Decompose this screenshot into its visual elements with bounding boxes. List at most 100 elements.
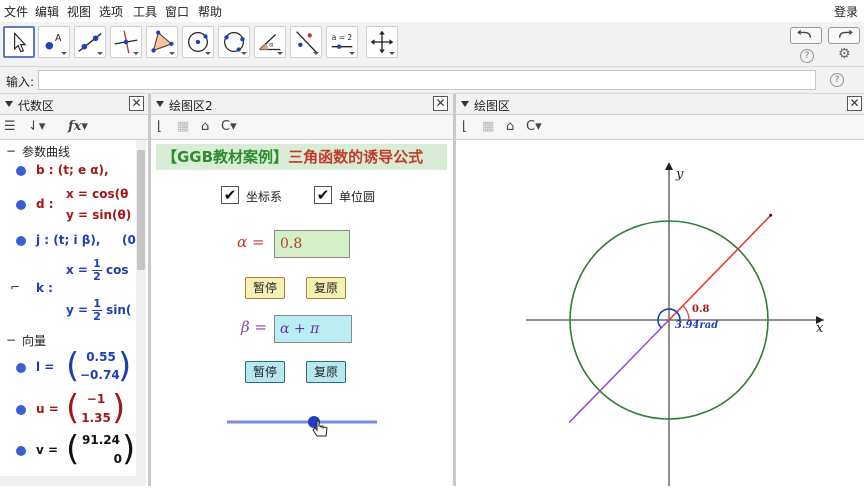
- algebra-hscrollbar[interactable]: [0, 476, 136, 486]
- menu-options[interactable]: 选项: [99, 3, 123, 20]
- algebra-title: 代数区: [18, 99, 55, 113]
- input-help-icon[interactable]: ?: [830, 73, 844, 87]
- visibility-toggle-d[interactable]: [16, 200, 26, 210]
- algebra-scrollbar[interactable]: [136, 140, 146, 486]
- algebra-item-d-y[interactable]: y = sin(θ): [66, 208, 131, 222]
- scrollbar-thumb[interactable]: [137, 150, 145, 270]
- graphics2-subtoolbar: ⌊ ▦ ⌂ C▾: [151, 115, 453, 140]
- algebra-item-d-label[interactable]: d :: [36, 197, 54, 211]
- collapse-arrow-icon[interactable]: [461, 101, 469, 107]
- visibility-toggle-j[interactable]: [16, 236, 26, 246]
- algebra-item-j[interactable]: j : (t; i β),: [36, 233, 100, 247]
- algebra-item-b[interactable]: b : (t; e α),: [36, 163, 109, 177]
- login-link[interactable]: 登录: [834, 3, 858, 20]
- vector-l-y: −0.74: [80, 368, 120, 382]
- reset-beta-button[interactable]: 复原: [306, 361, 346, 383]
- unit-circle-checkbox[interactable]: ✔: [314, 186, 332, 204]
- animation-slider[interactable]: [221, 410, 381, 436]
- group-toggle-icon[interactable]: −: [6, 333, 16, 347]
- k-x-prefix: x =: [66, 263, 88, 277]
- move-tool-button[interactable]: [3, 26, 35, 58]
- hand-cursor-icon: [312, 420, 328, 437]
- collapse-arrow-icon[interactable]: [156, 101, 164, 107]
- fraction-denominator: 2: [93, 270, 101, 283]
- alpha-ray[interactable]: [668, 214, 772, 321]
- menu-file[interactable]: 文件: [4, 3, 28, 20]
- beta-input[interactable]: α + π: [274, 315, 352, 343]
- axes-checkbox[interactable]: ✔: [221, 186, 239, 204]
- menu-tools[interactable]: 工具: [133, 3, 157, 20]
- algebra-item-k-label[interactable]: k :: [36, 281, 53, 295]
- close-algebra-icon[interactable]: ✕: [129, 96, 144, 111]
- reflect-tool-button[interactable]: [290, 26, 322, 58]
- visibility-toggle-u[interactable]: [16, 405, 26, 415]
- input-bar: 输入: ?: [0, 67, 864, 94]
- close-graphics1-icon[interactable]: ✕: [847, 96, 862, 111]
- vector-l-x: 0.55: [86, 350, 116, 364]
- grid-toggle-icon[interactable]: ▦: [177, 119, 189, 134]
- collapse-arrow-icon[interactable]: [5, 101, 13, 107]
- line-tool-button[interactable]: [74, 26, 106, 58]
- group-toggle-icon[interactable]: −: [6, 144, 16, 158]
- axes-toggle-icon[interactable]: ⌊: [157, 119, 162, 134]
- move-view-tool-button[interactable]: [366, 26, 398, 58]
- beta-angle-label: 3.94rad: [675, 320, 718, 331]
- beta-label: β =: [241, 318, 268, 336]
- move-tool-icon: [14, 31, 27, 53]
- menu-view[interactable]: 视图: [67, 3, 91, 20]
- grid-toggle-icon[interactable]: ▦: [482, 119, 494, 134]
- menu-help[interactable]: 帮助: [198, 3, 222, 20]
- fx-icon[interactable]: fx▾: [68, 119, 88, 134]
- help-icon[interactable]: ?: [800, 49, 814, 63]
- visibility-toggle-l[interactable]: [16, 363, 26, 373]
- page-title: 【GGB教材案例】三角函数的诱导公式: [156, 144, 447, 170]
- point-capture-icon[interactable]: C▾: [526, 119, 542, 134]
- right-paren: ): [118, 346, 132, 386]
- point-tool-button[interactable]: A: [38, 26, 70, 58]
- redo-button[interactable]: [828, 27, 860, 44]
- right-paren: ): [112, 388, 126, 428]
- angle-tool-button[interactable]: α: [254, 26, 286, 58]
- point-capture-icon[interactable]: C▾: [221, 119, 237, 134]
- home-icon[interactable]: ⌂: [506, 119, 514, 134]
- unit-circle-plot: x y 0.8 3.94rad: [526, 162, 824, 486]
- redo-icon: [838, 29, 853, 38]
- algebra-item-u-label[interactable]: u =: [36, 402, 59, 416]
- sort-order-icon[interactable]: ⇃▾: [28, 119, 45, 134]
- slider-tool-button[interactable]: a = 2: [326, 26, 358, 58]
- menu-window[interactable]: 窗口: [165, 3, 189, 20]
- alpha-input[interactable]: 0.8: [274, 230, 350, 258]
- algebra-item-k-x[interactable]: x = 12 cos: [66, 258, 129, 283]
- close-graphics2-icon[interactable]: ✕: [433, 96, 448, 111]
- algebra-view: − 参数曲线 b : (t; e α), d : x = cos(θ y = s…: [0, 140, 148, 486]
- title-bracket: 【GGB教材案例】: [162, 148, 289, 166]
- axes-toggle-icon[interactable]: ⌊: [462, 119, 467, 134]
- input-field[interactable]: [38, 70, 816, 90]
- reset-alpha-button[interactable]: 复原: [306, 277, 346, 299]
- perpendicular-tool-button[interactable]: [110, 26, 142, 58]
- polygon-tool-button[interactable]: [146, 26, 178, 58]
- left-paren: (: [66, 346, 80, 386]
- home-icon[interactable]: ⌂: [201, 119, 209, 134]
- visibility-toggle-b[interactable]: [16, 166, 26, 176]
- settings-gear-icon[interactable]: ⚙: [838, 46, 851, 62]
- alpha-angle-arc: [682, 305, 690, 321]
- algebra-item-d-x[interactable]: x = cos(θ: [66, 187, 128, 201]
- algebra-item-l-label[interactable]: l =: [36, 360, 54, 374]
- right-paren: ): [122, 429, 136, 469]
- toolbar: A α a = 2 ? ⚙: [0, 22, 864, 67]
- circle-three-points-tool-button[interactable]: [218, 26, 250, 58]
- visibility-toggle-v[interactable]: [16, 446, 26, 456]
- alpha-ray-endpoint[interactable]: [769, 213, 773, 217]
- sort-icon[interactable]: ☰: [4, 119, 16, 134]
- algebra-item-v-label[interactable]: v =: [36, 443, 58, 457]
- algebra-item-k-y[interactable]: y = 12 sin(: [66, 298, 131, 323]
- circle-center-tool-button[interactable]: [182, 26, 214, 58]
- graphics2-title: 绘图区2: [169, 99, 213, 113]
- menu-edit[interactable]: 编辑: [35, 3, 59, 20]
- vector-u-x: −1: [86, 392, 106, 406]
- alpha-angle-label: 0.8: [692, 304, 709, 315]
- pause-beta-button[interactable]: 暂停: [245, 361, 285, 383]
- undo-button[interactable]: [790, 27, 822, 44]
- pause-alpha-button[interactable]: 暂停: [245, 277, 285, 299]
